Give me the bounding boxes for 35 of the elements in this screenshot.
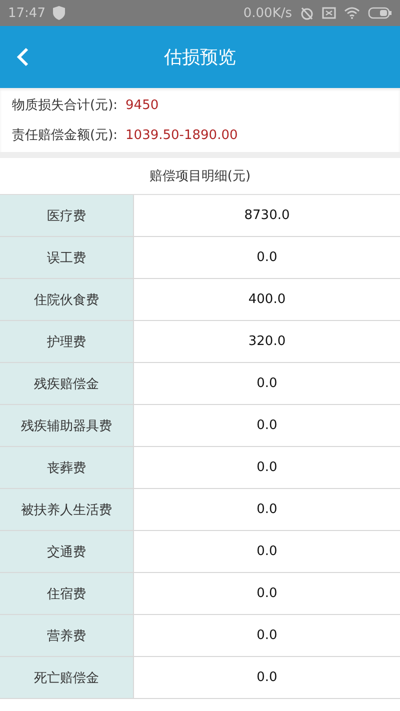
network-speed: 0.00K/s xyxy=(243,6,292,20)
summary-value: 9450 xyxy=(126,98,159,112)
item-cell: 丧葬费 xyxy=(0,447,134,488)
amount-cell-text: 0.0 xyxy=(256,669,278,687)
amount-cell-text: 0.0 xyxy=(256,249,278,267)
battery-icon xyxy=(368,7,392,19)
amount-cell-text: 8730.0 xyxy=(243,207,291,225)
amount-cell-text: 0.0 xyxy=(256,501,278,519)
back-icon[interactable] xyxy=(16,47,30,67)
amount-cell-text: 400.0 xyxy=(247,291,287,309)
item-cell: 营养费 xyxy=(0,615,134,656)
shield-icon xyxy=(53,6,66,20)
amount-cell-text: 0.0 xyxy=(256,627,278,645)
summary-label: 责任赔偿金额(元): xyxy=(12,127,118,144)
summary-label: 物质损失合计(元): xyxy=(12,97,118,114)
item-cell: 住院伙食费 xyxy=(0,279,134,320)
amount-cell-text: 320.0 xyxy=(247,333,287,351)
summary-value: 1039.50-1890.00 xyxy=(126,128,238,142)
amount-cell-text: 0.0 xyxy=(256,417,278,435)
amount-cell-text: 0.0 xyxy=(256,459,278,477)
item-cell: 交通费 xyxy=(0,531,134,572)
item-cell: 医疗费 xyxy=(0,195,134,236)
item-cell: 误工费 xyxy=(0,237,134,278)
amount-cell-text: 0.0 xyxy=(256,543,278,561)
item-cell: 护理费 xyxy=(0,321,134,362)
amount-cell-text: 0.0 xyxy=(256,375,278,393)
item-cell: 残疾辅助器具费 xyxy=(0,405,134,446)
amount-cell-text: 0.0 xyxy=(256,585,278,603)
item-cell: 被扶养人生活费 xyxy=(0,489,134,530)
item-cell: 残疾赔偿金 xyxy=(0,363,134,404)
status-time: 17:47 xyxy=(8,6,46,20)
item-cell: 住宿费 xyxy=(0,573,134,614)
item-cell: 死亡赔偿金 xyxy=(0,657,134,698)
page-title: 估损预览 xyxy=(164,46,236,69)
wifi-icon xyxy=(344,7,360,19)
